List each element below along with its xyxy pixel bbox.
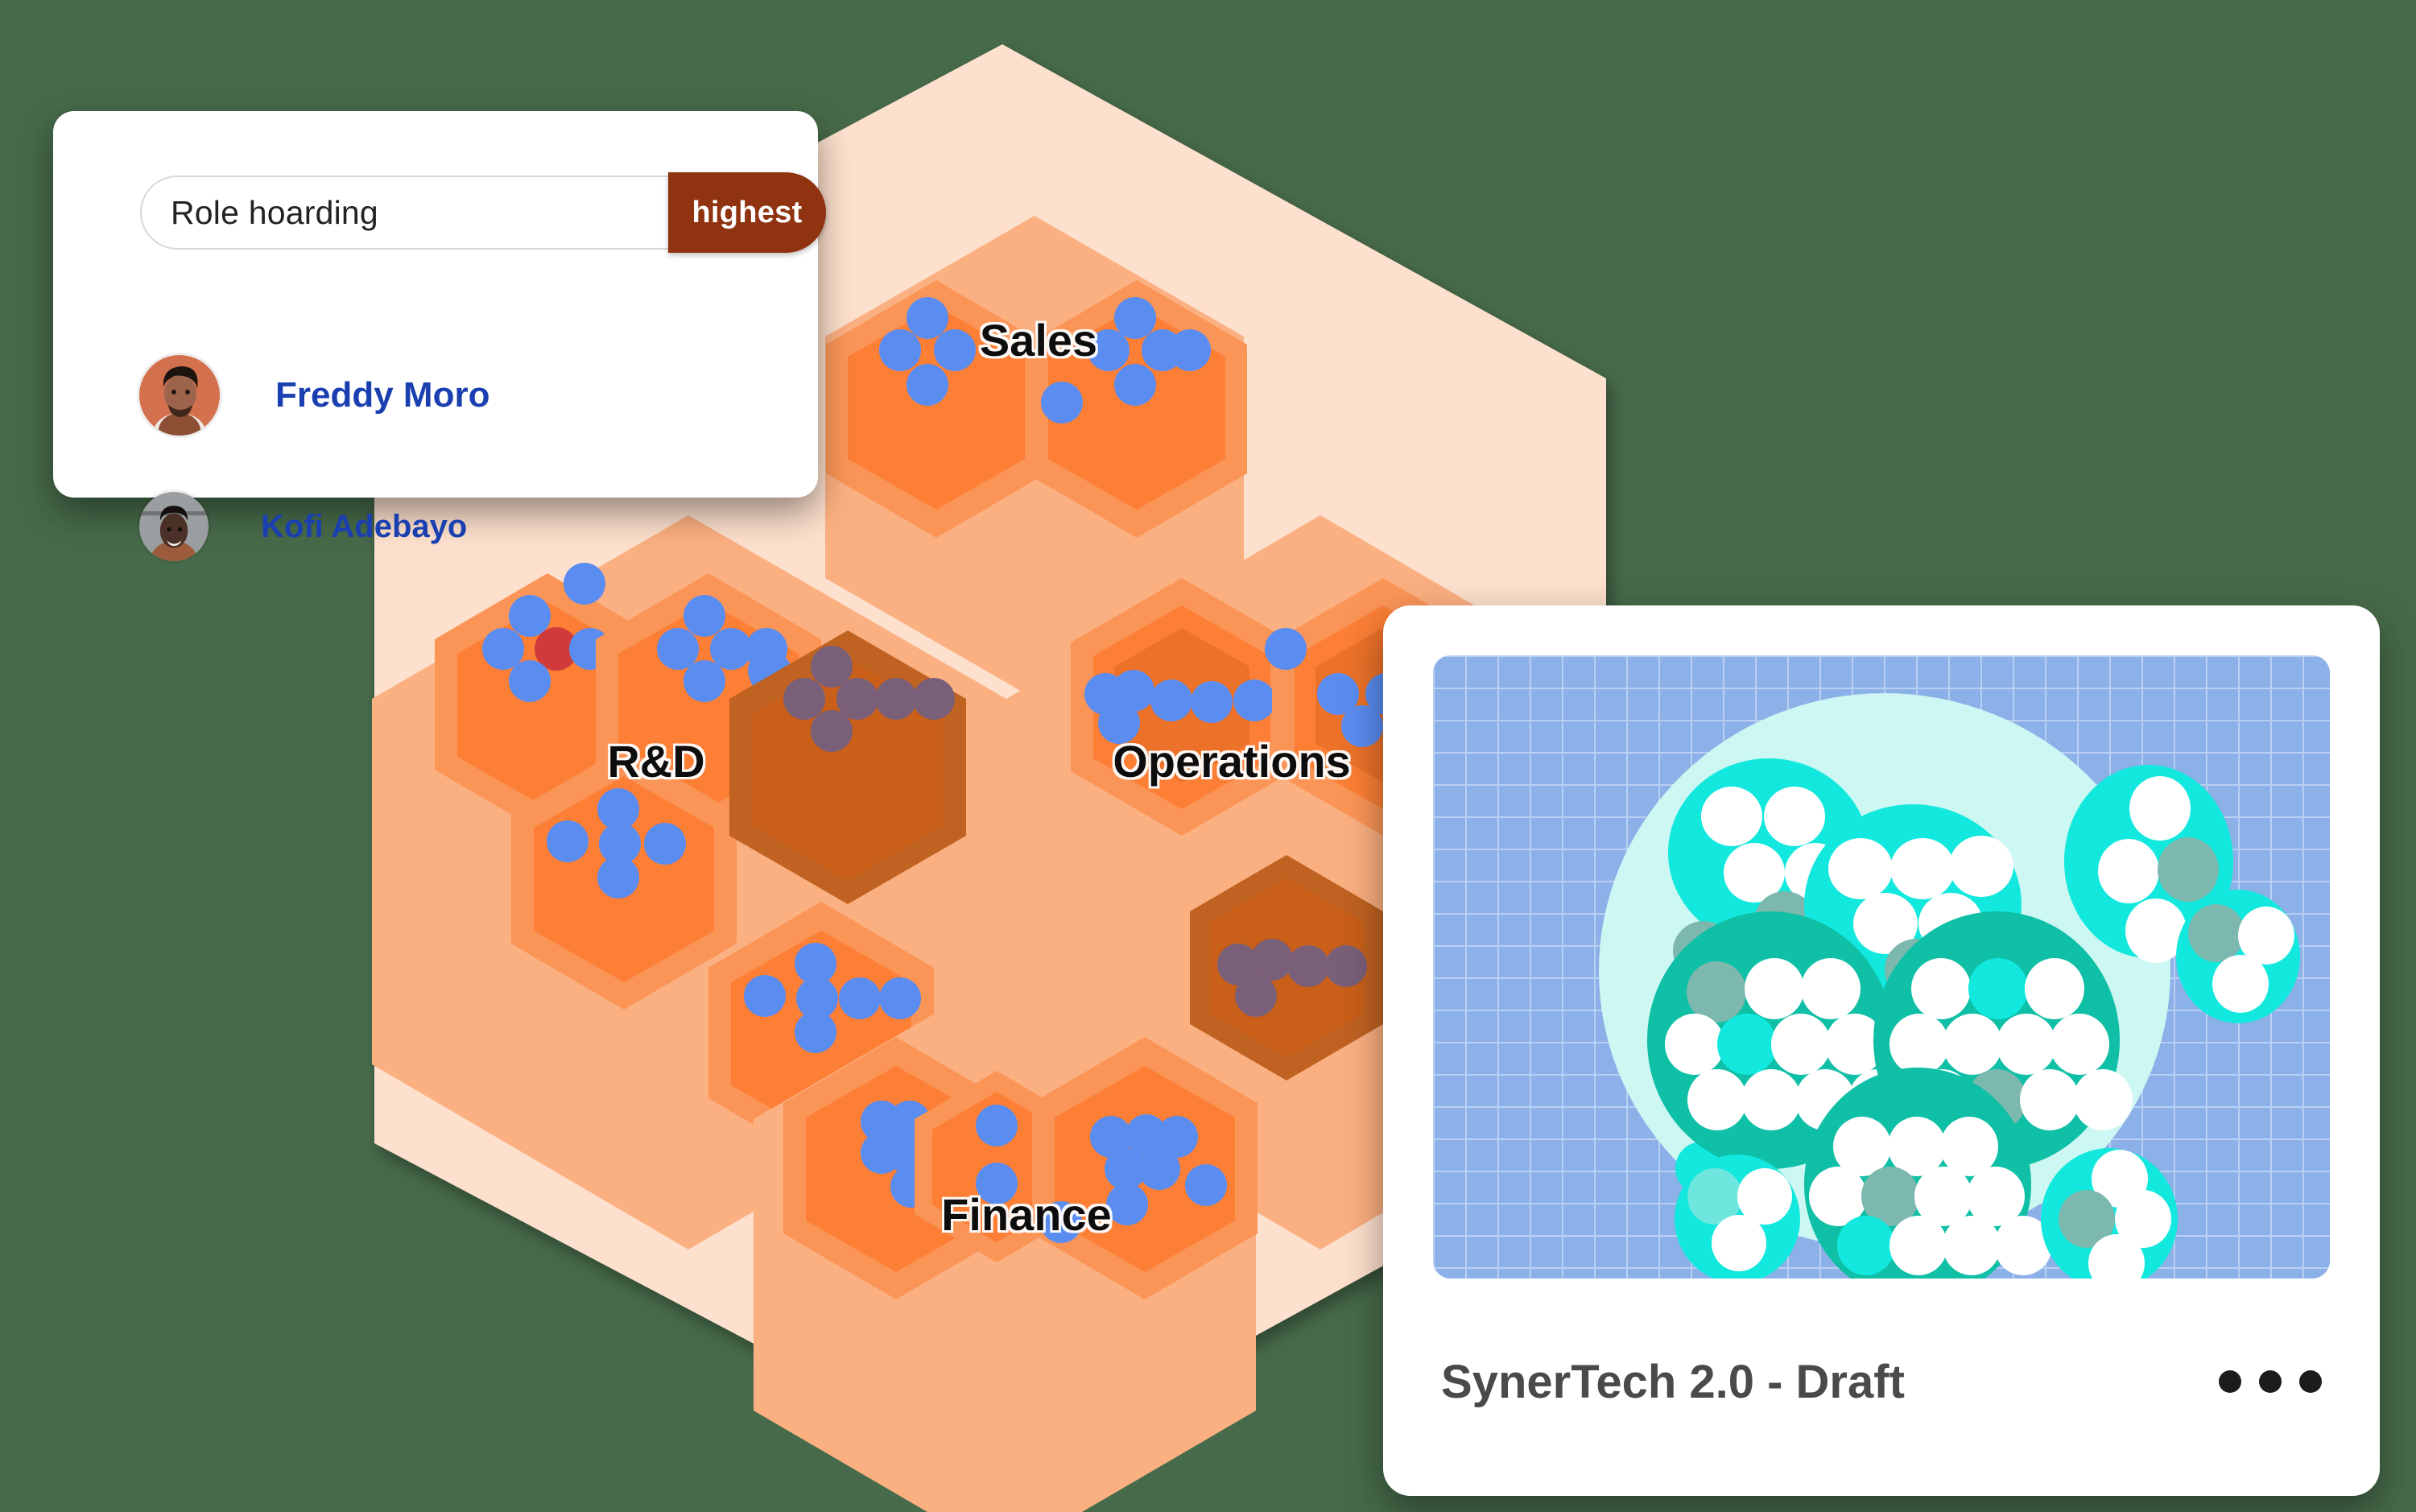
dot xyxy=(2259,1370,2282,1393)
department-label-finance: Finance xyxy=(941,1189,1112,1240)
cluster-node xyxy=(2176,890,2300,1023)
project-card[interactable]: SynerTech 2.0 - Draft xyxy=(1383,605,2380,1496)
insight-search-value: Role hoarding xyxy=(171,193,378,231)
insight-search-field[interactable]: Role hoarding xyxy=(140,176,736,250)
person-name: Freddy Moro xyxy=(275,375,490,415)
avatar xyxy=(137,490,211,564)
severity-badge-highest[interactable]: highest xyxy=(668,172,826,253)
insight-popup-card[interactable]: Role hoarding highest Freddy Moro Kofi A… xyxy=(53,111,826,564)
cluster-node xyxy=(1675,1155,1800,1279)
project-card-footer: SynerTech 2.0 - Draft xyxy=(1383,1295,2380,1496)
dot xyxy=(2299,1370,2322,1393)
dot xyxy=(2219,1370,2241,1393)
list-item[interactable]: Kofi Adebayo xyxy=(137,490,467,564)
project-thumbnail[interactable] xyxy=(1433,655,2330,1279)
list-item[interactable]: Freddy Moro xyxy=(137,353,489,438)
department-label-rnd: R&D xyxy=(607,736,704,787)
avatar xyxy=(137,353,222,438)
department-label-sales: Sales xyxy=(980,315,1097,366)
department-label-operations: Operations xyxy=(1113,736,1351,787)
person-name: Kofi Adebayo xyxy=(261,508,468,544)
screenshot-stage: Sales R&D Operations Finance Role hoardi… xyxy=(0,0,2416,1512)
more-options-icon[interactable] xyxy=(2219,1370,2322,1393)
project-title: SynerTech 2.0 - Draft xyxy=(1441,1355,1905,1408)
